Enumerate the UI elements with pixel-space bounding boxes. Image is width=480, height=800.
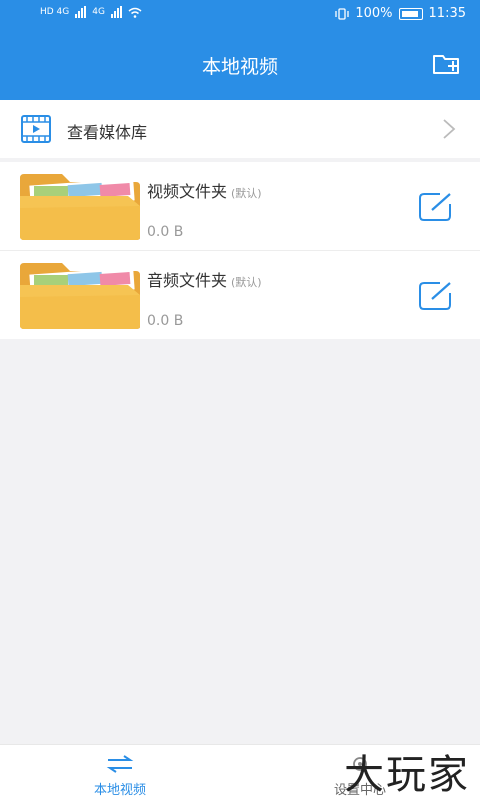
media-library-label: 查看媒体库 bbox=[67, 123, 148, 142]
folder-item-audio[interactable]: 音频文件夹 (默认) 0.0 B bbox=[0, 251, 480, 339]
tab-local-video[interactable]: 本地视频 bbox=[0, 745, 240, 800]
app-header: 本地视频 bbox=[0, 28, 480, 100]
folder-default-tag: (默认) bbox=[231, 187, 262, 200]
network-label-2: 4G bbox=[92, 7, 105, 17]
status-bar: HD 4G 4G 100% 11:35 bbox=[0, 0, 480, 28]
network-indicators: HD 4G 4G bbox=[40, 6, 142, 18]
swap-arrows-icon bbox=[106, 755, 134, 773]
folder-plus-icon[interactable] bbox=[432, 52, 462, 76]
folder-default-tag: (默认) bbox=[231, 276, 262, 289]
network-label: HD 4G bbox=[40, 7, 70, 17]
folder-size: 0.0 B bbox=[147, 313, 184, 329]
chevron-right-icon bbox=[443, 119, 456, 139]
status-right: 100% 11:35 bbox=[335, 6, 466, 21]
watermark: 大玩家 bbox=[344, 752, 470, 798]
vibrate-icon bbox=[335, 7, 350, 20]
media-library-row[interactable]: 查看媒体库 bbox=[0, 100, 480, 158]
folder-size: 0.0 B bbox=[147, 224, 184, 240]
film-icon bbox=[21, 115, 51, 143]
wifi-icon bbox=[128, 7, 142, 18]
clock: 11:35 bbox=[428, 6, 466, 21]
folder-name: 视频文件夹 (默认) bbox=[147, 178, 262, 202]
battery-percent: 100% bbox=[355, 6, 393, 21]
folder-name-text: 音频文件夹 bbox=[147, 271, 228, 290]
folder-item-video[interactable]: 视频文件夹 (默认) 0.0 B bbox=[0, 162, 480, 250]
folder-name-text: 视频文件夹 bbox=[147, 182, 228, 201]
tab-label: 本地视频 bbox=[93, 783, 146, 798]
signal-icon-2 bbox=[110, 6, 122, 18]
folder-name: 音频文件夹 (默认) bbox=[147, 267, 262, 291]
edit-icon[interactable] bbox=[418, 192, 454, 222]
page-title: 本地视频 bbox=[201, 56, 278, 78]
battery-icon bbox=[398, 7, 423, 20]
signal-icon bbox=[75, 6, 87, 18]
edit-icon[interactable] bbox=[418, 281, 454, 311]
folder-icon bbox=[20, 263, 140, 329]
folder-icon bbox=[20, 174, 140, 240]
